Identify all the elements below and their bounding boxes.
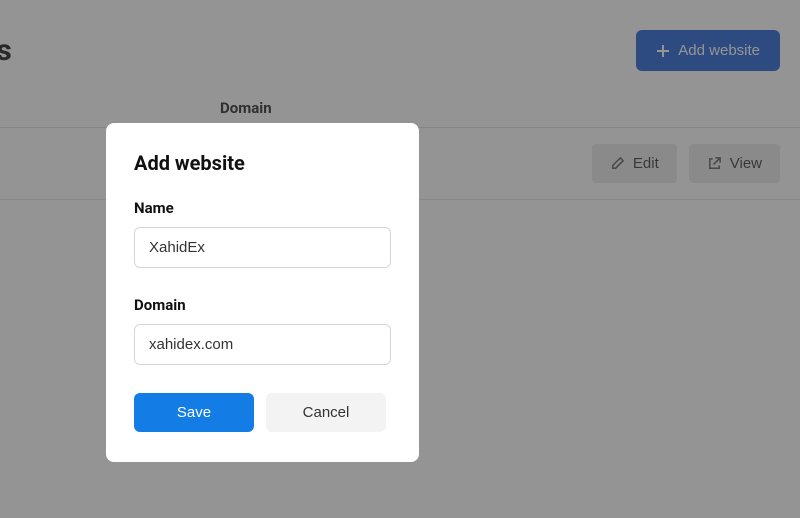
domain-field-group: Domain <box>134 296 391 365</box>
add-website-modal: Add website Name Domain Save Cancel <box>106 123 419 462</box>
domain-input[interactable] <box>134 324 391 365</box>
modal-title: Add website <box>134 151 391 175</box>
cancel-button[interactable]: Cancel <box>266 393 386 432</box>
modal-actions: Save Cancel <box>134 393 391 432</box>
name-input[interactable] <box>134 227 391 268</box>
name-label: Name <box>134 199 391 217</box>
modal-overlay[interactable]: Add website Name Domain Save Cancel <box>0 0 800 518</box>
save-button[interactable]: Save <box>134 393 254 432</box>
domain-label: Domain <box>134 296 391 314</box>
name-field-group: Name <box>134 199 391 268</box>
